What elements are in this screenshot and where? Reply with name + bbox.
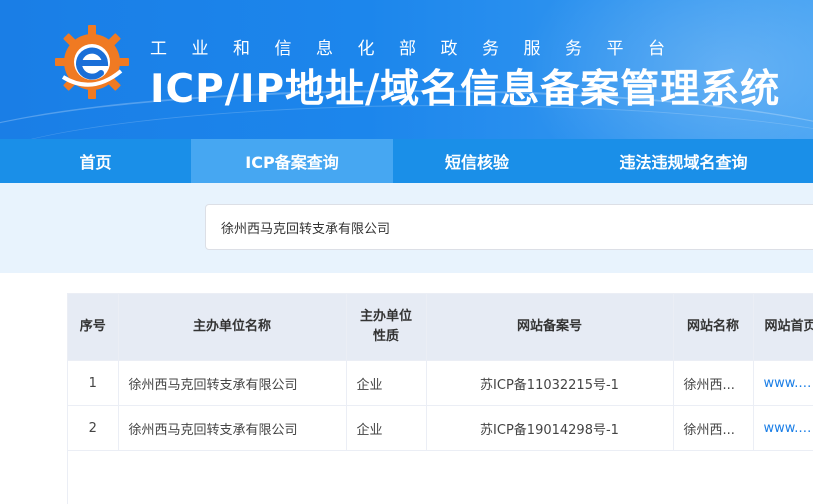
column-header-org-type: 主办单位 性质 — [346, 294, 427, 361]
nav-item-illegal-domain-query[interactable]: 违法违规域名查询 — [561, 139, 806, 183]
gear-e-logo-icon — [55, 25, 129, 99]
cell-icp-number: 苏ICP备11032215号-1 — [426, 360, 674, 406]
column-header-site-name: 网站名称 — [673, 294, 754, 361]
header-subtitle: 工业和信息化部政务服务平台 — [150, 39, 690, 59]
search-section — [0, 183, 813, 273]
results-table: 序号 主办单位名称 主办单位 性质 网站备案号 网站名称 网站首页 1 徐州西马… — [67, 293, 813, 504]
cell-homepage-link[interactable]: www.x... — [753, 360, 813, 406]
cell-site-name: 徐州西... — [673, 405, 754, 451]
page-title: ICP/IP地址/域名信息备案管理系统 — [150, 67, 781, 112]
search-input[interactable] — [206, 205, 813, 249]
cell-org-name: 徐州西马克回转支承有限公司 — [118, 360, 347, 406]
cell-index: 2 — [68, 405, 119, 451]
table-header-row: 序号 主办单位名称 主办单位 性质 网站备案号 网站名称 网站首页 — [68, 294, 813, 361]
cell-icp-number: 苏ICP备19014298号-1 — [426, 405, 674, 451]
search-box — [205, 204, 813, 250]
site-header: 工业和信息化部政务服务平台 ICP/IP地址/域名信息备案管理系统 — [0, 0, 813, 139]
cell-org-type: 企业 — [346, 360, 427, 406]
nav-item-home[interactable]: 首页 — [0, 139, 191, 183]
table-row: 2 徐州西马克回转支承有限公司 企业 苏ICP备19014298号-1 徐州西.… — [68, 405, 813, 451]
column-header-homepage: 网站首页 — [753, 294, 813, 361]
nav-item-icp-query[interactable]: ICP备案查询 — [191, 139, 393, 183]
cell-homepage-link[interactable]: www.x... — [753, 405, 813, 451]
cell-org-type: 企业 — [346, 405, 427, 451]
cell-site-name: 徐州西... — [673, 360, 754, 406]
cell-index: 1 — [68, 360, 119, 406]
cell-org-name: 徐州西马克回转支承有限公司 — [118, 405, 347, 451]
column-header-index: 序号 — [68, 294, 119, 361]
nav-item-sms-verify[interactable]: 短信核验 — [393, 139, 561, 183]
column-header-icp-number: 网站备案号 — [426, 294, 674, 361]
main-nav: 首页 ICP备案查询 短信核验 违法违规域名查询 — [0, 139, 813, 183]
column-header-org-name: 主办单位名称 — [118, 294, 347, 361]
table-row: 1 徐州西马克回转支承有限公司 企业 苏ICP备11032215号-1 徐州西.… — [68, 360, 813, 406]
